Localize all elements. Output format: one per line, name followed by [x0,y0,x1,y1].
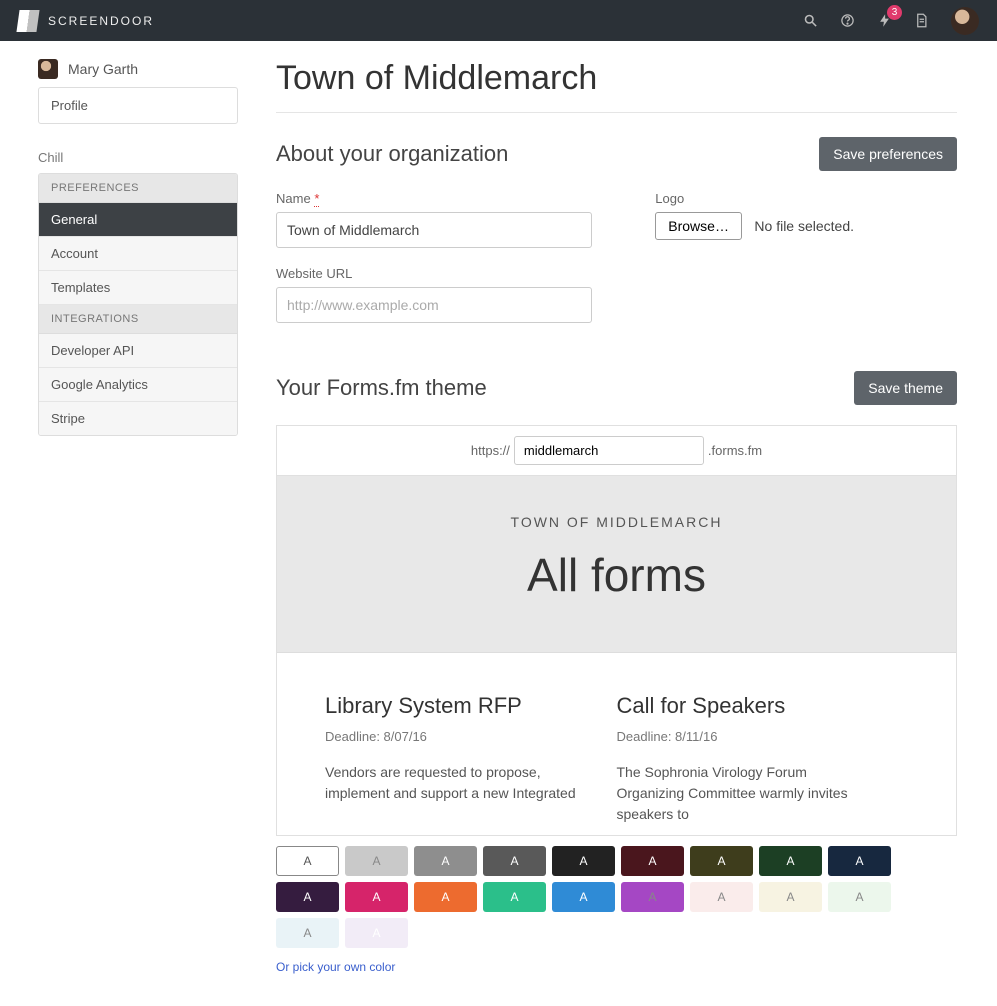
pick-color-link[interactable]: Or pick your own color [276,960,395,974]
color-swatch[interactable]: A [759,882,822,912]
preview-card-title: Call for Speakers [617,693,879,719]
logo[interactable]: SCREENDOOR [18,10,154,32]
user-mini-avatar [38,59,58,79]
color-swatch[interactable]: A [345,882,408,912]
help-icon[interactable] [840,13,855,28]
preview-card: Library System RFP Deadline: 8/07/16 Ven… [325,693,617,825]
page-title: Town of Middlemarch [276,59,957,113]
preview-org-name: TOWN OF MIDDLEMARCH [297,514,936,530]
document-icon[interactable] [914,13,929,28]
color-swatch[interactable]: A [690,882,753,912]
preview-card-desc: The Sophronia Virology Forum Organizing … [617,762,879,825]
color-swatch[interactable]: A [276,918,339,948]
logo-icon [16,10,39,32]
color-swatch[interactable]: A [483,882,546,912]
preview-card-deadline: Deadline: 8/11/16 [617,729,879,744]
preview-card-deadline: Deadline: 8/07/16 [325,729,587,744]
color-swatch[interactable]: A [828,882,891,912]
sidebar-header-integrations: INTEGRATIONS [39,305,237,334]
notifications-icon[interactable]: 3 [877,13,892,28]
notification-badge: 3 [887,5,902,20]
sidebar-item-templates[interactable]: Templates [39,271,237,305]
content: Town of Middlemarch About your organizat… [276,59,957,976]
top-nav: SCREENDOOR 3 [0,0,997,41]
color-swatch[interactable]: A [759,846,822,876]
color-swatch[interactable]: A [621,882,684,912]
search-icon[interactable] [803,13,818,28]
user-avatar[interactable] [951,7,979,35]
color-swatch[interactable]: A [414,882,477,912]
profile-link[interactable]: Profile [38,87,238,124]
logo-label: Logo [655,191,957,206]
sidebar-nav: PREFERENCES General Account Templates IN… [38,173,238,436]
color-swatches: AAAAAAAAAAAAAAAAAAAA [276,846,957,948]
website-label: Website URL [276,266,611,281]
sidebar-user-name: Mary Garth [68,61,138,77]
preview-card: Call for Speakers Deadline: 8/11/16 The … [617,693,909,825]
url-prefix: https:// [471,443,510,458]
file-status: No file selected. [754,218,854,234]
save-preferences-button[interactable]: Save preferences [819,137,957,171]
color-swatch[interactable]: A [483,846,546,876]
required-indicator: * [314,191,319,207]
color-swatch[interactable]: A [828,846,891,876]
sidebar-item-stripe[interactable]: Stripe [39,402,237,435]
url-suffix: .forms.fm [708,443,762,458]
sidebar-item-general[interactable]: General [39,203,237,237]
color-swatch[interactable]: A [552,846,615,876]
preview-hero: TOWN OF MIDDLEMARCH All forms [277,476,956,653]
color-swatch[interactable]: A [276,846,339,876]
theme-url-bar: https:// .forms.fm [277,426,956,476]
color-swatch[interactable]: A [621,846,684,876]
color-swatch[interactable]: A [552,882,615,912]
save-theme-button[interactable]: Save theme [854,371,957,405]
sidebar-org-label: Chill [38,150,238,165]
website-url-input[interactable] [276,287,592,323]
about-heading: About your organization [276,141,508,167]
theme-heading: Your Forms.fm theme [276,375,487,401]
subdomain-input[interactable] [514,436,704,465]
org-name-input[interactable] [276,212,592,248]
color-swatch[interactable]: A [345,918,408,948]
logo-text: SCREENDOOR [48,14,154,28]
sidebar-user[interactable]: Mary Garth [38,59,238,79]
preview-title: All forms [297,548,936,602]
color-swatch[interactable]: A [414,846,477,876]
color-swatch[interactable]: A [276,882,339,912]
sidebar-item-account[interactable]: Account [39,237,237,271]
preview-card-desc: Vendors are requested to propose, implem… [325,762,587,804]
sidebar-header-preferences: PREFERENCES [39,174,237,203]
name-label: Name * [276,191,611,206]
browse-button[interactable]: Browse… [655,212,742,240]
preview-card-title: Library System RFP [325,693,587,719]
sidebar-item-google-analytics[interactable]: Google Analytics [39,368,237,402]
sidebar: Mary Garth Profile Chill PREFERENCES Gen… [38,59,238,976]
color-swatch[interactable]: A [345,846,408,876]
color-swatch[interactable]: A [690,846,753,876]
theme-preview: https:// .forms.fm TOWN OF MIDDLEMARCH A… [276,425,957,836]
sidebar-item-developer-api[interactable]: Developer API [39,334,237,368]
